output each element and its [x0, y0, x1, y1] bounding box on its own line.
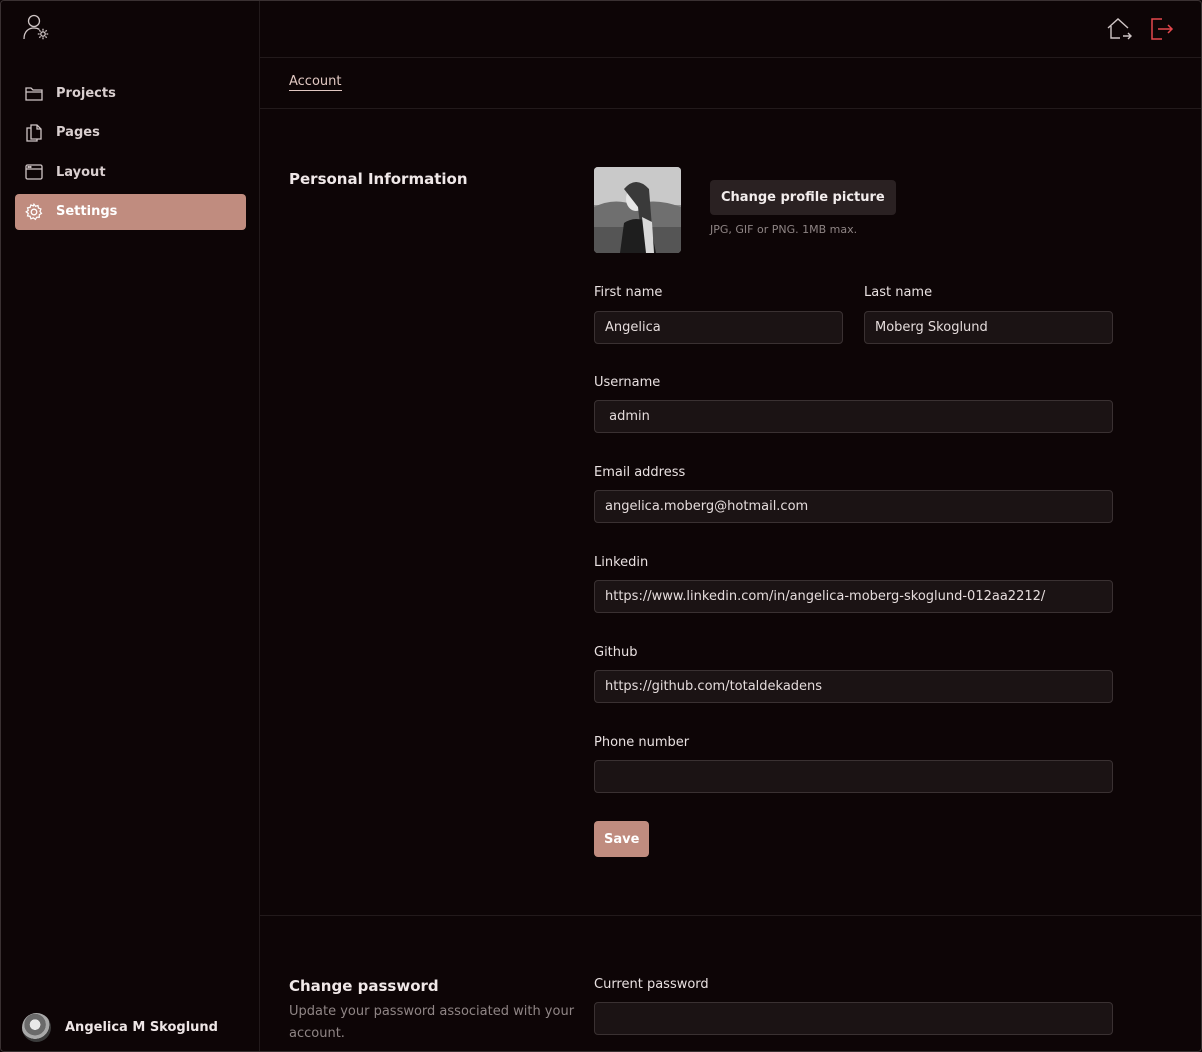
picture-hint: JPG, GIF or PNG. 1MB max.	[710, 223, 858, 236]
main-content: Account Personal Information Change prof…	[260, 1, 1201, 1051]
change-profile-picture-button[interactable]: Change profile picture	[710, 180, 896, 215]
sidebar-item-projects[interactable]: Projects	[15, 75, 246, 111]
gear-icon	[24, 202, 44, 222]
last-name-label: Last name	[864, 285, 933, 300]
section-description-password: Update your password associated with you…	[289, 1004, 575, 1041]
tab-account[interactable]: Account	[289, 74, 342, 91]
topbar	[260, 1, 1201, 58]
user-profile[interactable]: Angelica M Skoglund	[22, 1013, 218, 1042]
email-label: Email address	[594, 465, 686, 480]
app-window: Projects Pages Layout Settings Angelica …	[0, 0, 1202, 1052]
tab-bar: Account	[260, 58, 1201, 109]
current-password-field[interactable]	[594, 1002, 1113, 1035]
avatar	[22, 1013, 51, 1042]
phone-label: Phone number	[594, 735, 690, 750]
email-field[interactable]	[594, 490, 1113, 523]
sidebar-item-label: Pages	[56, 125, 100, 140]
current-password-label: Current password	[594, 977, 709, 992]
sidebar-item-pages[interactable]: Pages	[15, 115, 246, 151]
sidebar-item-layout[interactable]: Layout	[15, 154, 246, 190]
github-field[interactable]	[594, 670, 1113, 703]
logout-icon[interactable]	[1146, 14, 1176, 44]
folder-icon	[24, 83, 44, 103]
first-name-field[interactable]	[594, 311, 843, 344]
username-field[interactable]	[594, 400, 1113, 433]
home-exit-icon[interactable]	[1104, 14, 1134, 44]
github-label: Github	[594, 645, 638, 660]
layout-icon	[24, 162, 44, 182]
sidebar-nav: Projects Pages Layout Settings	[15, 75, 246, 233]
last-name-field[interactable]	[864, 311, 1113, 344]
pages-icon	[24, 123, 44, 143]
sidebar-item-settings[interactable]: Settings	[15, 193, 246, 230]
section-title-personal: Personal Information	[289, 170, 468, 188]
user-name: Angelica M Skoglund	[65, 1020, 218, 1035]
first-name-label: First name	[594, 285, 663, 300]
section-title-password: Change password	[289, 977, 439, 995]
linkedin-field[interactable]	[594, 580, 1113, 613]
sidebar-item-label: Layout	[56, 164, 106, 180]
sidebar-item-label: Projects	[56, 85, 116, 101]
username-label: Username	[594, 375, 661, 390]
section-divider	[260, 915, 1201, 916]
user-gear-icon[interactable]	[22, 13, 52, 43]
phone-field[interactable]	[594, 760, 1113, 793]
sidebar-item-label: Settings	[56, 204, 118, 219]
sidebar: Projects Pages Layout Settings Angelica …	[1, 1, 260, 1051]
linkedin-label: Linkedin	[594, 555, 649, 570]
save-button[interactable]: Save	[594, 821, 650, 857]
profile-picture	[594, 167, 681, 253]
